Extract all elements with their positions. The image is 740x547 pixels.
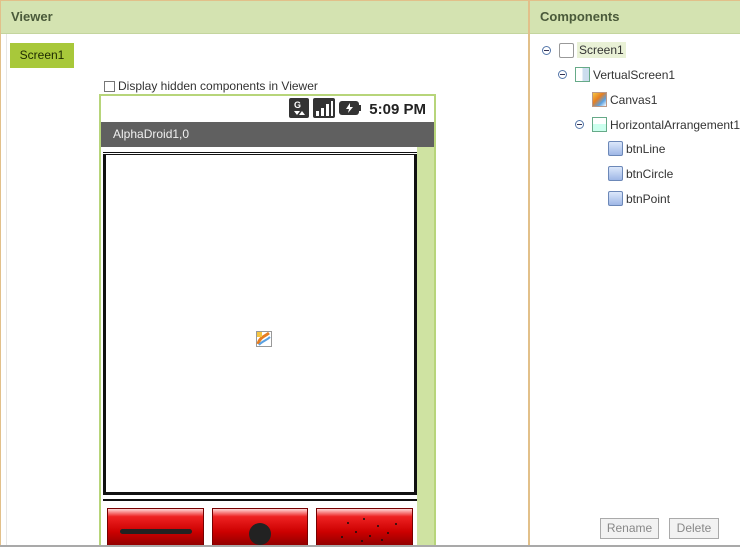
tree-item-label: btnLine (626, 141, 666, 156)
phone-preview: G 5:09 PM AlphaDroid1,0 (99, 94, 436, 546)
line-icon (120, 529, 192, 534)
tree-item-screen1[interactable]: Screen1 (542, 42, 626, 58)
viewer-header: Viewer (1, 1, 528, 34)
button-icon (608, 191, 623, 206)
status-clock: 5:09 PM (369, 100, 426, 118)
collapse-icon[interactable] (542, 45, 551, 55)
tree-item-vertualscreen1[interactable]: VertualScreen1 (558, 67, 675, 82)
horizontal-arrangement1 (103, 499, 417, 546)
phone-scroll-strip (417, 147, 434, 546)
tree-item-canvas1[interactable]: Canvas1 (592, 92, 657, 107)
components-panel: Components Screen1 VertualScreen1 Canvas… (530, 0, 740, 547)
btn-circle[interactable] (211, 508, 309, 546)
app-title-bar: AlphaDroid1,0 (101, 122, 434, 147)
tree-item-label: Screen1 (577, 42, 626, 58)
tree-item-horizontalarrangement1[interactable]: HorizontalArrangement1 (575, 117, 740, 132)
button-icon (608, 166, 623, 181)
tree-item-btncircle[interactable]: btnCircle (608, 166, 673, 181)
tree-item-label: VertualScreen1 (593, 67, 676, 82)
phone-screen (101, 147, 417, 546)
canvas-icon (256, 331, 272, 350)
circle-icon (248, 523, 271, 545)
divider (6, 34, 7, 546)
canvas-icon (592, 92, 607, 107)
collapse-icon[interactable] (558, 70, 567, 79)
screen-icon (559, 42, 574, 58)
collapse-icon[interactable] (575, 120, 584, 129)
display-hidden-checkbox[interactable] (104, 80, 115, 92)
tree-item-btnline[interactable]: btnLine (608, 141, 665, 156)
tree-item-btnpoint[interactable]: btnPoint (608, 191, 670, 206)
btn-line[interactable] (107, 508, 204, 546)
svg-text:G: G (294, 100, 301, 110)
screen-selector-button[interactable]: Screen1 (10, 43, 74, 68)
tree-item-label: btnCircle (626, 166, 674, 181)
rename-button[interactable]: Rename (600, 518, 659, 539)
display-hidden-label: Display hidden components in Viewer (118, 79, 318, 93)
tree-item-label: btnPoint (626, 191, 671, 206)
canvas-border (103, 152, 417, 153)
battery-icon (339, 100, 362, 119)
network-icon: G (289, 97, 310, 121)
tree-item-label: Canvas1 (610, 92, 658, 107)
delete-button[interactable]: Delete (669, 518, 719, 539)
canvas1[interactable] (103, 154, 417, 495)
vertical-arrangement-icon (575, 67, 590, 82)
components-header: Components (530, 1, 740, 34)
horizontal-arrangement-icon (592, 117, 607, 132)
status-bar: G 5:09 PM (101, 96, 434, 122)
signal-icon (313, 97, 336, 121)
button-icon (608, 141, 623, 156)
tree-item-label: HorizontalArrangement1 (610, 117, 740, 132)
btn-point[interactable] (316, 508, 414, 546)
display-hidden-toggle[interactable]: Display hidden components in Viewer (104, 79, 318, 93)
